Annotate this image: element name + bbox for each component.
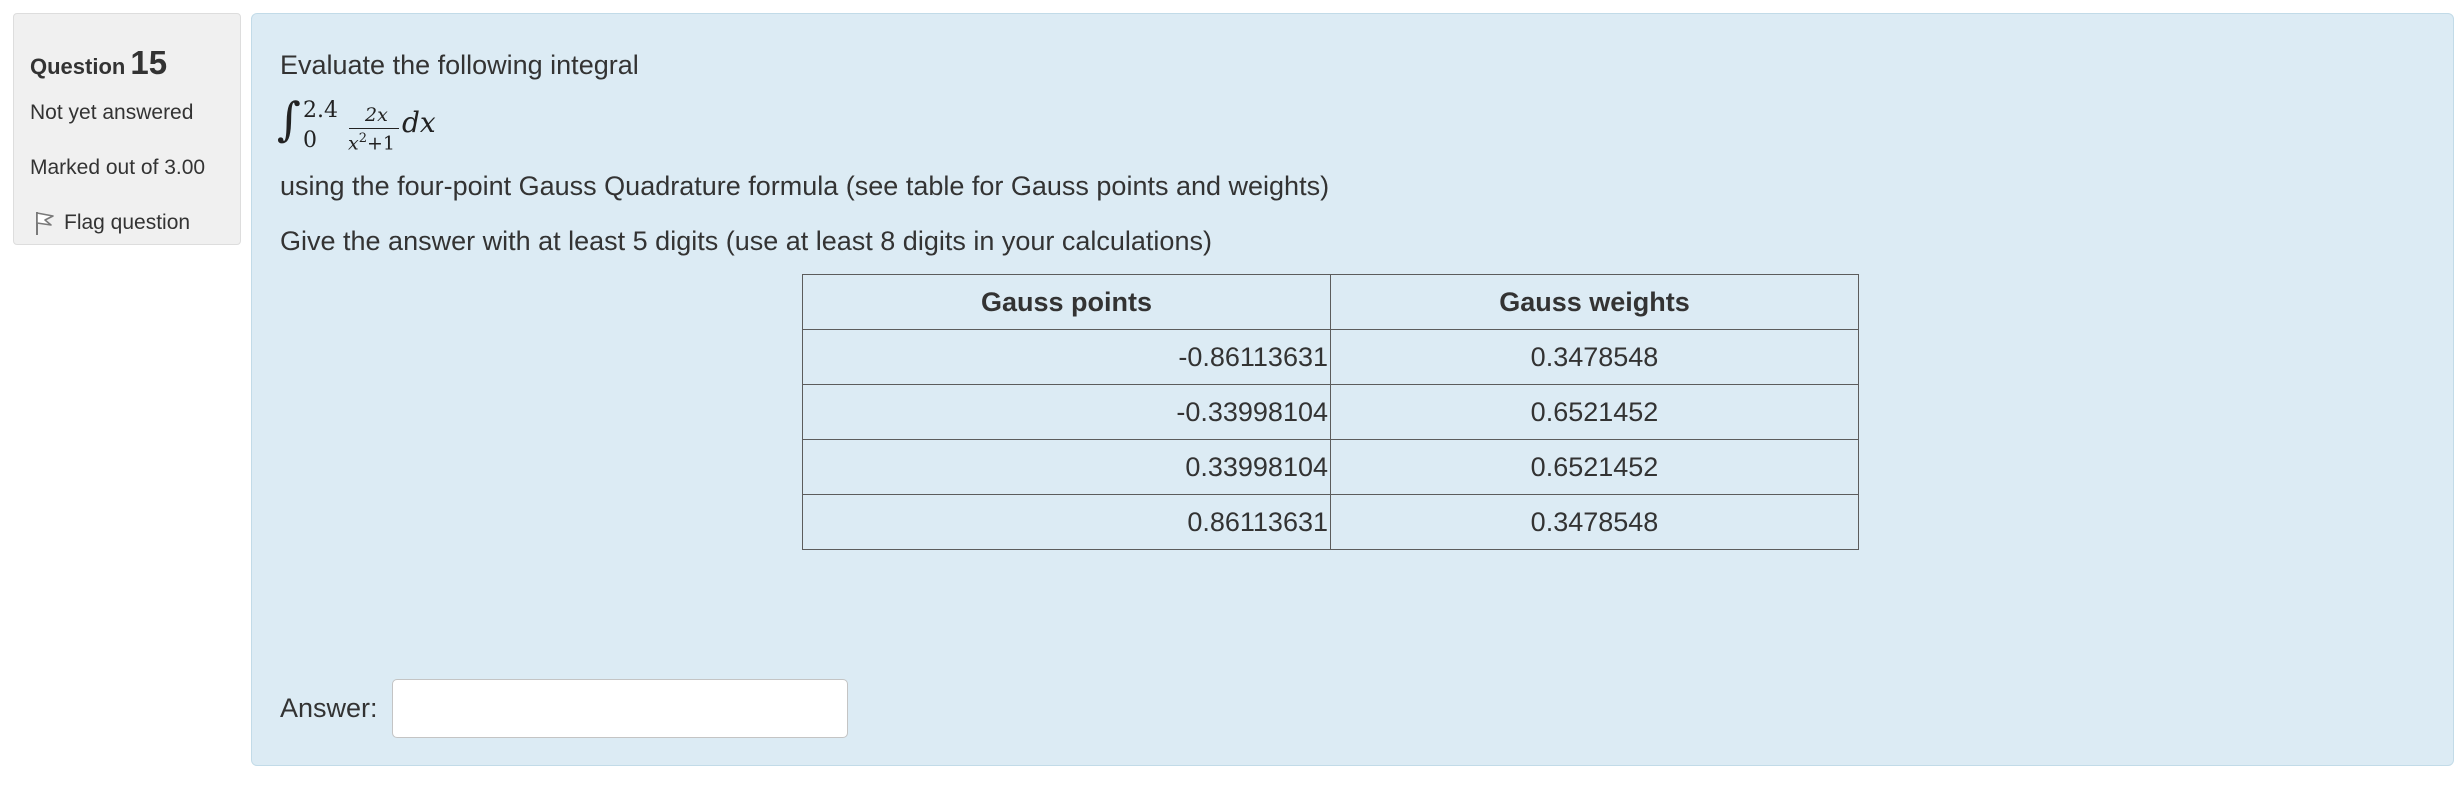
flag-question-button[interactable]: Flag question [34,210,190,236]
question-method: using the four-point Gauss Quadrature fo… [280,171,1330,201]
denominator-variable: x [348,132,359,155]
fraction-denominator: x2+1 [348,131,395,154]
answer-label: Answer: [280,693,378,723]
integral-upper-limit: 2.4 [303,98,338,123]
question-state: Not yet answered [30,101,194,124]
differential: dx [402,106,436,139]
gauss-weight-cell: 0.6521452 [1330,384,1859,440]
question-number: Question 15 [30,44,167,82]
gauss-weight-cell: 0.6521452 [1330,439,1859,495]
table-row: 0.33998104 0.6521452 [802,439,1859,495]
gauss-point-cell: 0.33998104 [802,439,1331,495]
question-grade: Marked out of 3.00 [30,156,206,179]
flag-question-label: Flag question [64,211,191,234]
fraction-numerator: 2x [365,104,388,126]
gauss-point-cell: 0.86113631 [802,494,1331,550]
question-info-panel: Question 15 Not yet answered Marked out o… [13,13,241,245]
table-header-row: Gauss points Gauss weights [802,274,1859,330]
denominator-exponent: 2 [358,131,367,146]
fraction-bar [349,128,399,129]
gauss-weight-cell: 0.3478548 [1330,494,1859,550]
integral-lower-limit: 0 [303,128,317,153]
integral-formula: ∫ 2.4 0 2x x2+1 dx [277,96,457,160]
answer-input[interactable] [392,679,848,738]
table-row: 0.86113631 0.3478548 [802,494,1859,550]
gauss-weight-cell: 0.3478548 [1330,329,1859,385]
question-instruction: Give the answer with at least 5 digits (… [280,226,1212,256]
question-number-value: 15 [130,44,168,81]
gauss-point-cell: -0.86113631 [802,329,1331,385]
question-label: Question [30,54,126,79]
header-gauss-points: Gauss points [802,274,1331,330]
gauss-point-cell: -0.33998104 [802,384,1331,440]
flag-icon [36,212,54,235]
gauss-table: Gauss points Gauss weights -0.86113631 0… [802,274,1859,550]
header-gauss-weights: Gauss weights [1330,274,1859,330]
integral-sign: ∫ [277,92,301,146]
table-row: -0.86113631 0.3478548 [802,329,1859,385]
denominator-rest: +1 [367,132,396,155]
question-intro: Evaluate the following integral [280,50,639,80]
table-row: -0.33998104 0.6521452 [802,384,1859,440]
